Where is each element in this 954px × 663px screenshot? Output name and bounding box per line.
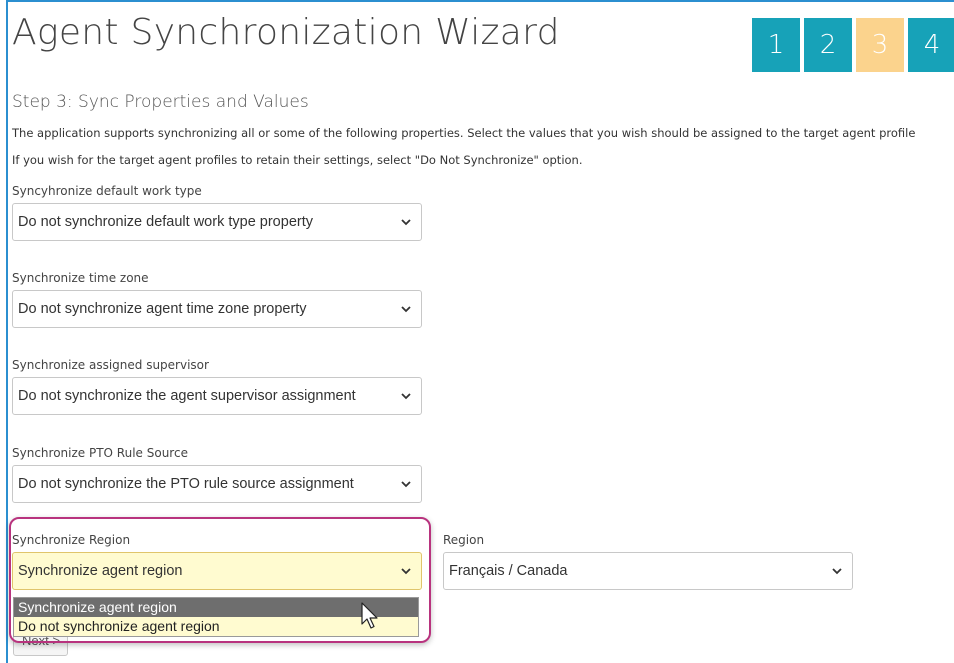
chevron-down-icon <box>401 306 411 313</box>
work-type-select[interactable]: Do not synchronize default work type pro… <box>12 203 422 241</box>
work-type-label: Syncyhronize default work type <box>12 184 202 198</box>
page-frame-top <box>6 0 954 2</box>
supervisor-value: Do not synchronize the agent supervisor … <box>18 388 356 404</box>
time-zone-value: Do not synchronize agent time zone prope… <box>18 301 307 317</box>
step-description-2: If you wish for the target agent profile… <box>12 153 583 167</box>
mouse-pointer-icon <box>361 602 378 629</box>
supervisor-select[interactable]: Do not synchronize the agent supervisor … <box>12 377 422 415</box>
step-4-box: 4 <box>908 18 954 72</box>
time-zone-label: Synchronize time zone <box>12 271 149 285</box>
pto-rule-select[interactable]: Do not synchronize the PTO rule source a… <box>12 465 422 503</box>
page-frame-left <box>6 0 8 663</box>
step-heading: Step 3: Sync Properties and Values <box>12 92 309 112</box>
step-indicator: 1 2 3 4 <box>752 18 954 72</box>
step-2-box: 2 <box>804 18 852 72</box>
work-type-value: Do not synchronize default work type pro… <box>18 214 313 230</box>
page-title: Agent Synchronization Wizard <box>12 12 560 53</box>
pto-rule-value: Do not synchronize the PTO rule source a… <box>18 476 354 492</box>
time-zone-select[interactable]: Do not synchronize agent time zone prope… <box>12 290 422 328</box>
pto-rule-label: Synchronize PTO Rule Source <box>12 446 188 460</box>
supervisor-label: Synchronize assigned supervisor <box>12 358 209 372</box>
chevron-down-icon <box>832 568 842 575</box>
step-1-box: 1 <box>752 18 800 72</box>
chevron-down-icon <box>401 393 411 400</box>
chevron-down-icon <box>401 481 411 488</box>
step-3-box: 3 <box>856 18 904 72</box>
region-select[interactable]: Français / Canada <box>443 552 853 590</box>
region-value: Français / Canada <box>449 563 568 579</box>
step-description-1: The application supports synchronizing a… <box>12 126 916 140</box>
chevron-down-icon <box>401 219 411 226</box>
region-label: Region <box>443 533 485 547</box>
